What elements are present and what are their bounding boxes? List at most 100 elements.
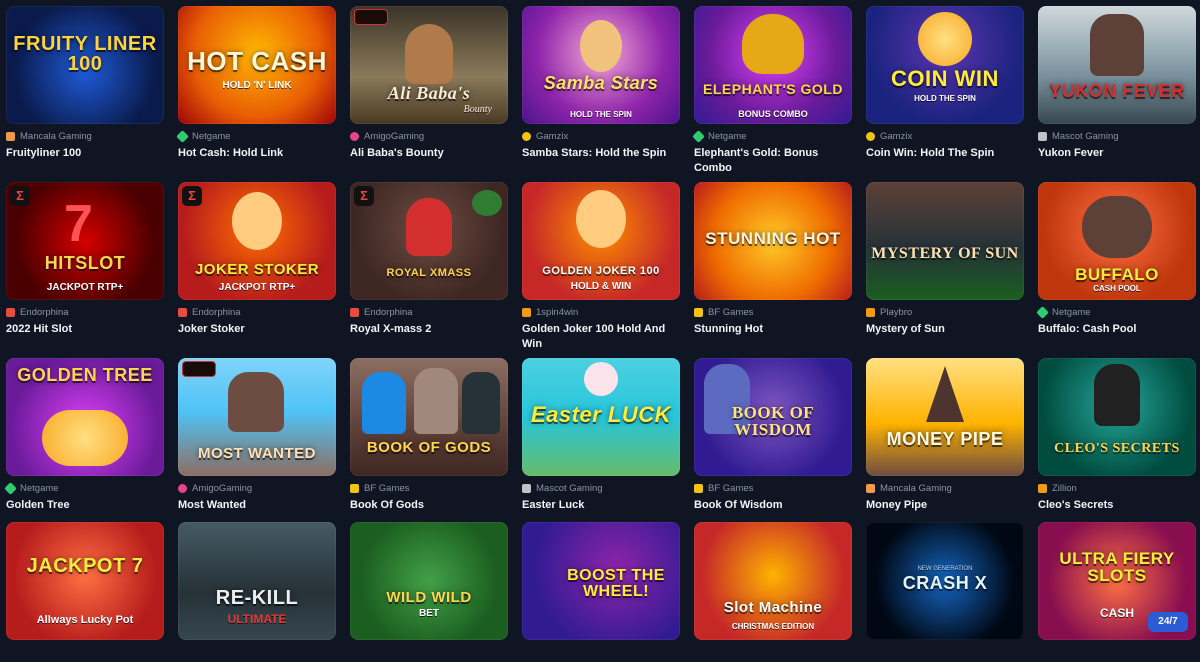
game-thumbnail[interactable]: WILD WILD BET	[350, 522, 508, 640]
game-thumbnail[interactable]: Σ JOKER STOKER JACKPOT RTP+	[178, 182, 336, 300]
game-thumbnail[interactable]: RE-KILL ULTIMATE	[178, 522, 336, 640]
game-card[interactable]: FRUITY LINER 100 Mancala Gaming Fruityli…	[6, 6, 164, 174]
game-thumbnail[interactable]: STUNNING HOT	[694, 182, 852, 300]
game-thumbnail[interactable]: Samba Stars HOLD THE SPIN	[522, 6, 680, 124]
game-art-subtitle: ULTIMATE	[227, 612, 287, 626]
game-thumbnail[interactable]: NEW GENERATION CRASH X	[866, 522, 1024, 640]
game-card[interactable]: BOOK OF WISDOM BF Games Book Of Wisdom	[694, 358, 852, 511]
game-title[interactable]: Book Of Wisdom	[694, 498, 852, 513]
game-card[interactable]: RE-KILL ULTIMATE	[178, 522, 336, 640]
game-title[interactable]: Mystery of Sun	[866, 322, 1024, 337]
game-thumbnail[interactable]: JACKPOT 7 Allways Lucky Pot	[6, 522, 164, 640]
amigo-badge-icon	[354, 9, 388, 25]
game-card[interactable]: ULTRA FIERY SLOTS CASH 24/7	[1038, 522, 1196, 640]
game-title[interactable]: Ali Baba's Bounty	[350, 146, 508, 161]
game-title[interactable]: Most Wanted	[178, 498, 336, 513]
game-art-subtitle: BONUS COMBO	[738, 109, 808, 119]
game-title[interactable]: Golden Tree	[6, 498, 164, 513]
game-thumbnail[interactable]: BUFFALO CASH POOL	[1038, 182, 1196, 300]
game-card[interactable]: Σ ROYAL XMASS Endorphina Royal X-mass 2	[350, 182, 508, 350]
game-title[interactable]: Joker Stoker	[178, 322, 336, 337]
game-thumbnail[interactable]: HOT CASH HOLD 'N' LINK	[178, 6, 336, 124]
game-title[interactable]: Golden Joker 100 Hold And Win	[522, 322, 680, 352]
game-card[interactable]: BOOK OF GODS BF Games Book Of Gods	[350, 358, 508, 511]
game-title[interactable]: Cleo's Secrets	[1038, 498, 1196, 513]
game-art-title: BOOK OF WISDOM	[731, 403, 815, 439]
game-card[interactable]: Samba Stars HOLD THE SPIN Gamzix Samba S…	[522, 6, 680, 174]
provider-icon	[522, 483, 531, 493]
game-thumbnail[interactable]: Easter LUCK	[522, 358, 680, 476]
provider-icon	[176, 129, 189, 143]
provider-label: Gamzix	[866, 130, 1024, 142]
game-card[interactable]: NEW GENERATION CRASH X	[866, 522, 1024, 640]
game-card[interactable]: BOOST THE WHEEL!	[522, 522, 680, 640]
game-card[interactable]: COIN WIN HOLD THE SPIN Gamzix Coin Win: …	[866, 6, 1024, 174]
game-card[interactable]: BUFFALO CASH POOL Netgame Buffalo: Cash …	[1036, 182, 1196, 350]
game-thumbnail[interactable]: Σ 7 HITSLOT JACKPOT RTP+	[6, 182, 164, 300]
game-card[interactable]: Σ JOKER STOKER JACKPOT RTP+ Endorphina J…	[178, 182, 336, 350]
game-art-title: Slot Machine	[723, 599, 823, 616]
game-title[interactable]: Royal X-mass 2	[350, 322, 508, 337]
game-title[interactable]: Fruityliner 100	[6, 146, 164, 161]
game-card[interactable]: Slot Machine CHRISTMAS EDITION	[694, 522, 852, 640]
game-thumbnail[interactable]: MOST WANTED	[178, 358, 336, 476]
game-thumbnail[interactable]: COIN WIN HOLD THE SPIN	[866, 6, 1024, 124]
explorer-icon	[414, 368, 458, 434]
game-title[interactable]: Money Pipe	[866, 498, 1024, 513]
provider-label: Endorphina	[6, 306, 164, 318]
game-thumbnail[interactable]: FRUITY LINER 100	[6, 6, 164, 124]
game-thumbnail[interactable]: MYSTERY OF SUN	[866, 182, 1024, 300]
game-thumbnail[interactable]: YUKON FEVER	[1038, 6, 1196, 124]
game-art-title: CRASH X	[902, 573, 988, 593]
game-thumbnail[interactable]: MONEY PIPE	[866, 358, 1024, 476]
game-thumbnail[interactable]: Σ ROYAL XMASS	[350, 182, 508, 300]
provider-icon	[6, 131, 15, 141]
game-thumbnail[interactable]: BOOK OF GODS	[350, 358, 508, 476]
game-title[interactable]: Coin Win: Hold The Spin	[866, 146, 1024, 161]
game-card[interactable]: Σ 7 HITSLOT JACKPOT RTP+ Endorphina 2022…	[6, 182, 164, 350]
game-thumbnail[interactable]: BOOST THE WHEEL!	[522, 522, 680, 640]
game-card[interactable]: Ali Baba's Bounty AmigoGaming Ali Baba's…	[350, 6, 508, 174]
provider-icon	[350, 131, 359, 141]
game-title[interactable]: Elephant's Gold: Bonus Combo	[694, 146, 852, 176]
game-card[interactable]: Easter LUCK Mascot Gaming Easter Luck	[522, 358, 680, 511]
game-card[interactable]: YUKON FEVER Mascot Gaming Yukon Fever	[1038, 6, 1196, 174]
game-thumbnail[interactable]: ELEPHANT'S GOLD BONUS COMBO	[694, 6, 852, 124]
game-card[interactable]: GOLDEN JOKER 100 HOLD & WIN 1spin4win Go…	[522, 182, 680, 350]
game-card[interactable]: JACKPOT 7 Allways Lucky Pot	[6, 522, 164, 640]
game-card[interactable]: MONEY PIPE Mancala Gaming Money Pipe	[866, 358, 1024, 511]
game-thumbnail[interactable]: GOLDEN JOKER 100 HOLD & WIN	[522, 182, 680, 300]
provider-icon	[1038, 483, 1047, 493]
game-card[interactable]: GOLDEN TREE Netgame Golden Tree	[4, 358, 164, 511]
game-card[interactable]: STUNNING HOT BF Games Stunning Hot	[694, 182, 852, 350]
provider-icon	[178, 483, 187, 493]
game-thumbnail[interactable]: ULTRA FIERY SLOTS CASH 24/7	[1038, 522, 1196, 640]
provider-label: BF Games	[694, 306, 852, 318]
provider-label: Mancala Gaming	[866, 482, 1024, 494]
game-thumbnail[interactable]: BOOK OF WISDOM	[694, 358, 852, 476]
elephant-icon	[742, 14, 804, 74]
game-title[interactable]: Stunning Hot	[694, 322, 852, 337]
game-title[interactable]: Buffalo: Cash Pool	[1038, 322, 1196, 337]
game-art-title: MOST WANTED	[198, 445, 316, 462]
provider-icon	[692, 129, 705, 143]
game-title[interactable]: Samba Stars: Hold the Spin	[522, 146, 680, 161]
game-title[interactable]: Book Of Gods	[350, 498, 508, 513]
game-card[interactable]: ELEPHANT'S GOLD BONUS COMBO Netgame Elep…	[692, 6, 852, 176]
game-card[interactable]: CLEO'S SECRETS Zillion Cleo's Secrets	[1038, 358, 1196, 511]
game-thumbnail[interactable]: Slot Machine CHRISTMAS EDITION	[694, 522, 852, 640]
game-thumbnail[interactable]: Ali Baba's Bounty	[350, 6, 508, 124]
game-title[interactable]: 2022 Hit Slot	[6, 322, 164, 337]
game-card[interactable]: WILD WILD BET	[350, 522, 508, 640]
game-thumbnail[interactable]: CLEO'S SECRETS	[1038, 358, 1196, 476]
game-title[interactable]: Hot Cash: Hold Link	[178, 146, 336, 161]
game-card[interactable]: HOT CASH HOLD 'N' LINK Netgame Hot Cash:…	[176, 6, 336, 174]
game-thumbnail[interactable]: GOLDEN TREE	[6, 358, 164, 476]
oil-derrick-icon	[926, 366, 964, 422]
game-card[interactable]: MOST WANTED AmigoGaming Most Wanted	[178, 358, 336, 511]
game-title[interactable]: Yukon Fever	[1038, 146, 1196, 161]
game-title[interactable]: Easter Luck	[522, 498, 680, 513]
live-chat-button[interactable]: 24/7	[1148, 612, 1188, 632]
cleopatra-icon	[1094, 364, 1140, 426]
game-card[interactable]: MYSTERY OF SUN Playbro Mystery of Sun	[866, 182, 1024, 350]
